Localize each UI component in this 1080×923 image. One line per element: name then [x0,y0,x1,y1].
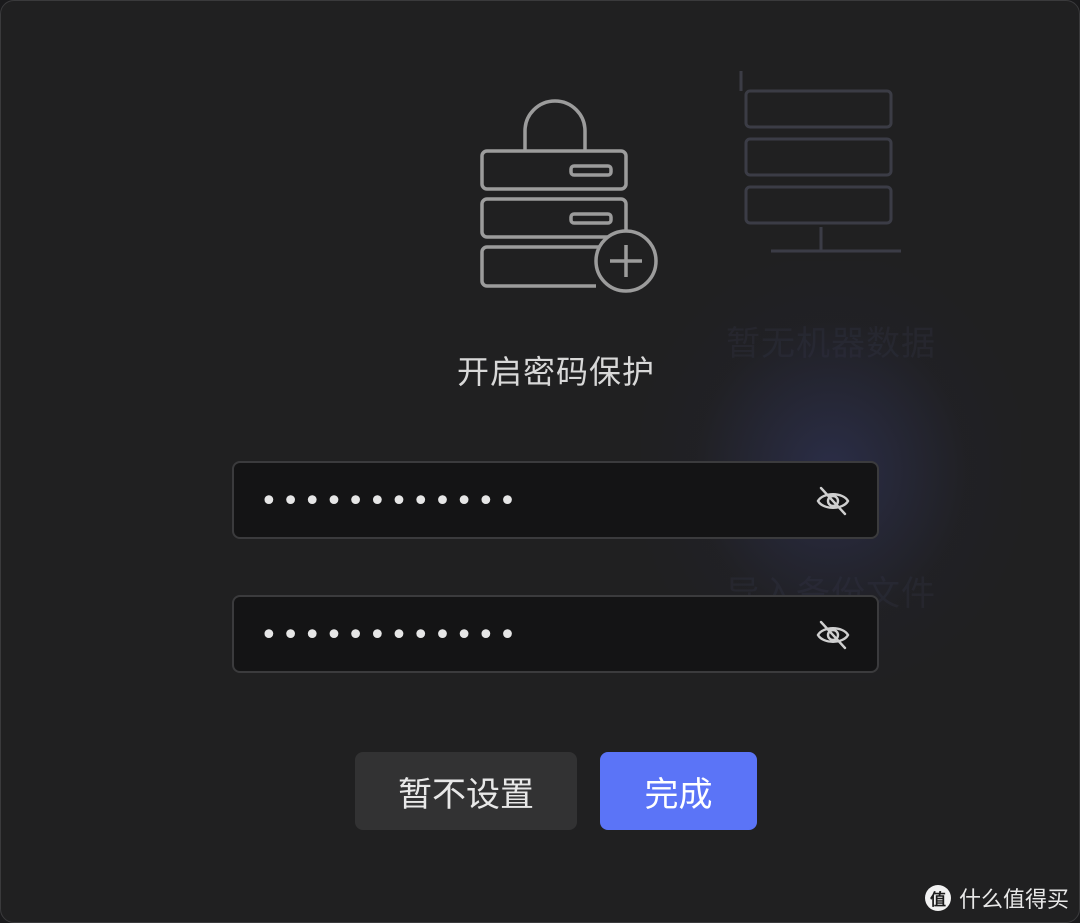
done-button[interactable]: 完成 [600,752,757,830]
eye-off-icon[interactable] [815,617,851,653]
dialog-title: 开启密码保护 [456,353,655,391]
password-input[interactable] [260,481,800,521]
skip-button[interactable]: 暂不设置 [355,752,577,830]
confirm-password-field[interactable] [232,595,879,673]
watermark-text: 什么值得买 [958,888,1069,913]
password-protection-dialog: 暂无机器数据 导入备份文件 开启密码保护 •••••••••••• ••••••… [0,0,1080,923]
lock-server-add-icon [480,99,658,293]
watermark: 值 什么值得买 [924,882,1069,914]
confirm-password-input[interactable] [260,615,800,655]
password-field[interactable] [232,461,879,539]
eye-off-icon[interactable] [815,483,851,519]
watermark-logo: 值 [924,885,951,911]
